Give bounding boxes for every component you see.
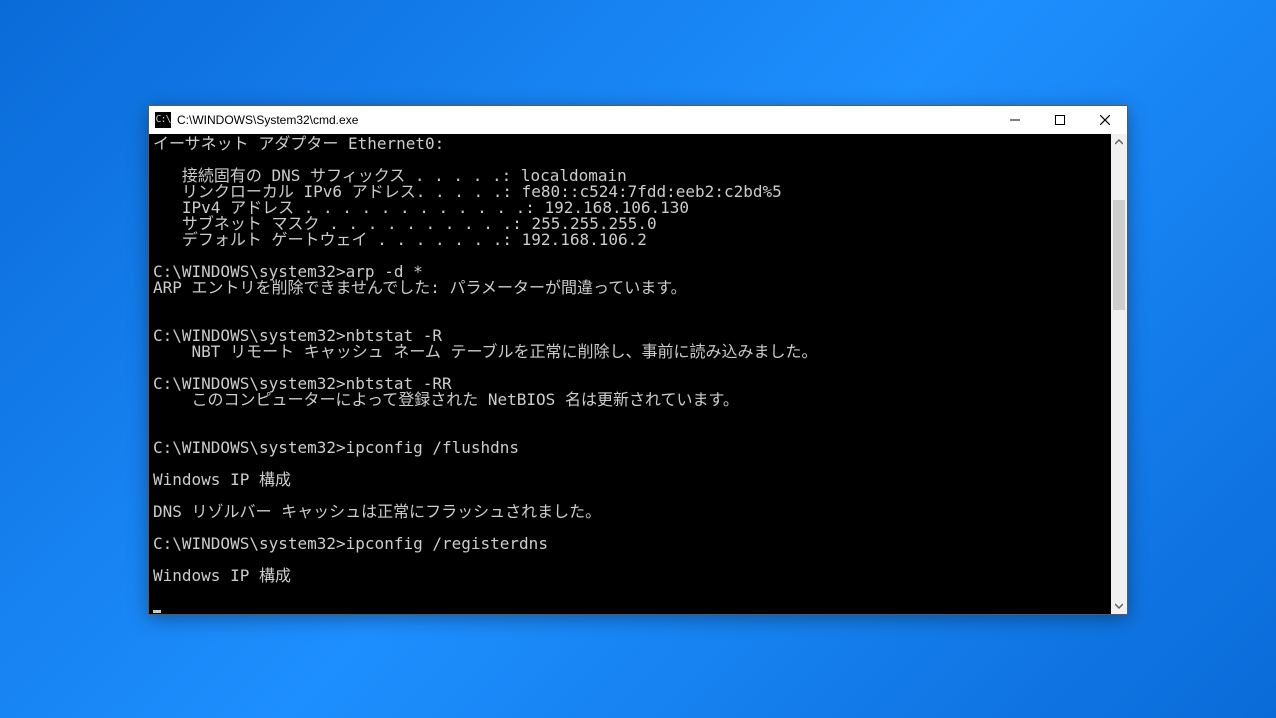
terminal-output[interactable]: イーサネット アダプター Ethernet0: 接続固有の DNS サフィックス…	[149, 134, 1111, 614]
vertical-scrollbar[interactable]	[1111, 134, 1127, 614]
terminal-cursor	[153, 610, 161, 613]
close-button[interactable]	[1082, 106, 1127, 134]
scroll-down-button[interactable]	[1111, 598, 1127, 614]
cmd-window: C:\ C:\WINDOWS\System32\cmd.exe イーサネット ア…	[148, 105, 1128, 615]
scroll-up-button[interactable]	[1111, 134, 1127, 150]
scrollbar-track[interactable]	[1111, 150, 1127, 598]
minimize-button[interactable]	[992, 106, 1037, 134]
window-title: C:\WINDOWS\System32\cmd.exe	[177, 113, 992, 127]
maximize-button[interactable]	[1037, 106, 1082, 134]
window-controls	[992, 106, 1127, 134]
cmd-icon: C:\	[155, 112, 171, 128]
titlebar[interactable]: C:\ C:\WINDOWS\System32\cmd.exe	[149, 106, 1127, 134]
scrollbar-thumb[interactable]	[1113, 200, 1125, 310]
terminal-area[interactable]: イーサネット アダプター Ethernet0: 接続固有の DNS サフィックス…	[149, 134, 1127, 614]
